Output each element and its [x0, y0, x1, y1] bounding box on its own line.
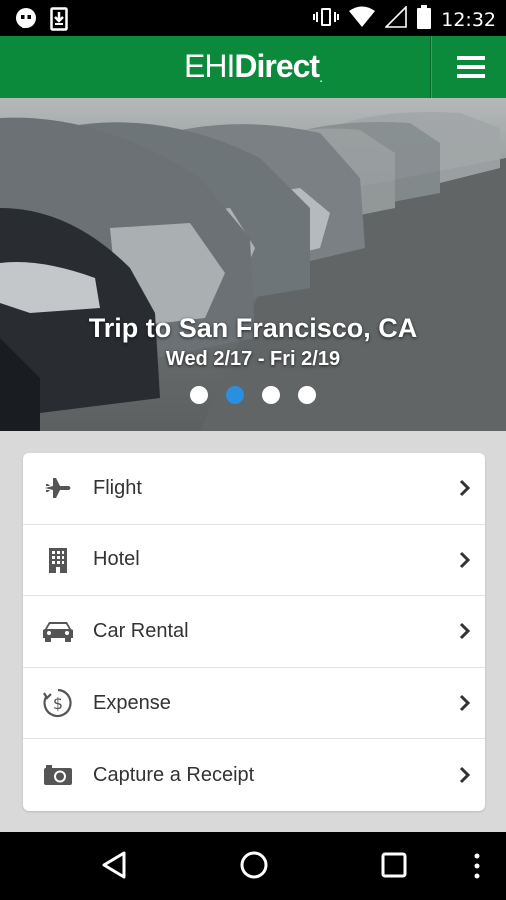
download-icon: [50, 7, 68, 36]
chevron-right-icon: [445, 622, 485, 640]
recents-icon[interactable]: [381, 852, 407, 883]
chevron-right-icon: [445, 479, 485, 497]
back-icon[interactable]: [100, 850, 128, 885]
chevron-right-icon: [445, 551, 485, 569]
car-icon: [23, 619, 93, 643]
status-bar: 12:32: [0, 0, 506, 36]
carousel-indicator: [0, 386, 506, 404]
vibrate-icon: [313, 6, 340, 33]
hamburger-menu-icon: [457, 56, 485, 78]
chevron-right-icon: [445, 694, 485, 712]
system-nav-bar: [0, 832, 506, 900]
menu-item-label: Car Rental: [93, 619, 189, 642]
menu-item-capture-receipt[interactable]: Capture a Receipt: [23, 739, 485, 811]
svg-text:$: $: [53, 694, 63, 713]
carousel-dot-active[interactable]: [226, 386, 244, 404]
chevron-right-icon: [445, 766, 485, 784]
parked-cars-image: [0, 98, 506, 431]
trip-hero-banner[interactable]: Trip to San Francisco, CA Wed 2/17 - Fri…: [0, 98, 506, 431]
menu-item-car-rental[interactable]: Car Rental: [23, 596, 485, 668]
carousel-dot[interactable]: [262, 386, 280, 404]
menu-divider: [430, 36, 431, 98]
menu-item-flight[interactable]: Flight: [23, 453, 485, 525]
brand-direct: Direct: [234, 48, 320, 84]
battery-icon: [417, 5, 432, 34]
menu-item-label: Flight: [93, 476, 142, 499]
services-menu: Flight Hotel Car Rental $ Expense Captur…: [23, 453, 485, 811]
menu-item-label: Hotel: [93, 548, 140, 571]
camera-icon: [23, 763, 93, 787]
menu-item-expense[interactable]: $ Expense: [23, 668, 485, 740]
carousel-dot[interactable]: [190, 386, 208, 404]
wifi-icon: [349, 6, 376, 33]
menu-item-label: Expense: [93, 691, 171, 714]
home-icon[interactable]: [239, 850, 269, 885]
trip-dates: Wed 2/17 - Fri 2/19: [165, 348, 341, 370]
brand-mark: .: [319, 69, 323, 85]
overflow-icon[interactable]: [472, 852, 482, 885]
dollar-cycle-icon: $: [23, 687, 93, 719]
carousel-dot[interactable]: [298, 386, 316, 404]
clock: 12:32: [441, 8, 496, 31]
trip-title: Trip to San Francisco, CA: [88, 313, 418, 343]
menu-item-hotel[interactable]: Hotel: [23, 525, 485, 597]
app-bar: EHIDirect.: [0, 36, 506, 98]
menu-button[interactable]: [436, 36, 506, 98]
menu-item-label: Capture a Receipt: [93, 763, 255, 786]
brand-ehi: EHI: [184, 48, 235, 84]
building-icon: [23, 547, 93, 573]
cell-signal-icon: [384, 5, 408, 33]
hangouts-icon: [14, 7, 38, 36]
airplane-icon: [23, 473, 93, 503]
